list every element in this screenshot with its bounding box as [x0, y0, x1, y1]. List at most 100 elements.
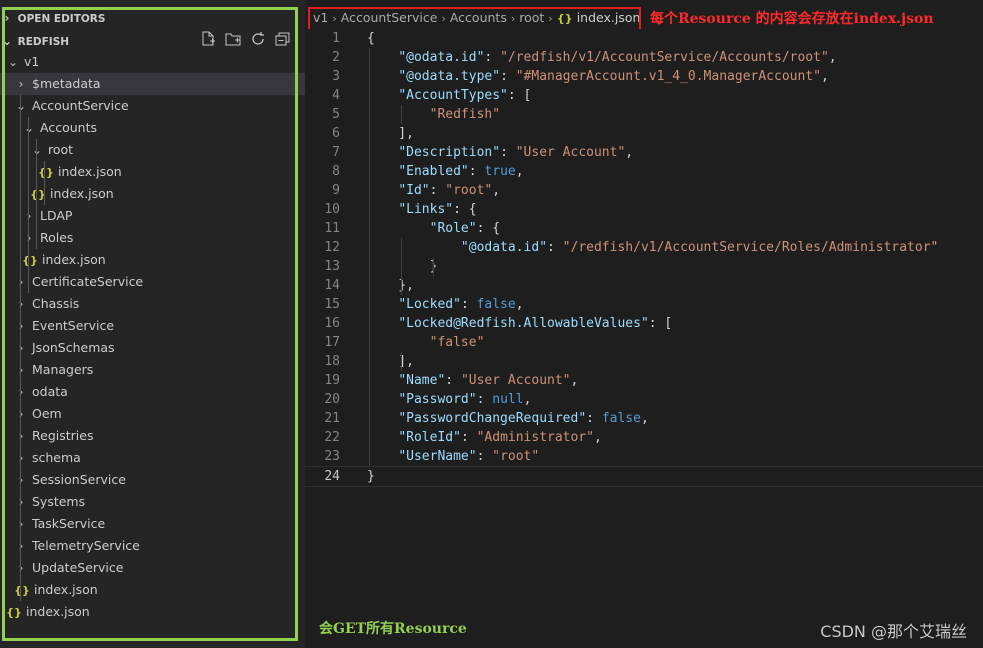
code-text: } — [367, 257, 438, 276]
tree-folder-item[interactable]: › Oem — [0, 403, 62, 425]
tree-folder-item[interactable]: › Systems — [0, 491, 86, 513]
code-line: 3 "@odata.type": "#ManagerAccount.v1_4_0… — [305, 67, 983, 86]
code-text: "@odata.id": "/redfish/v1/AccountService… — [367, 48, 836, 67]
indent-guide — [369, 48, 370, 466]
code-token: false — [476, 297, 516, 312]
code-token: : { — [453, 202, 477, 217]
new-file-icon[interactable] — [200, 31, 218, 49]
code-editor[interactable]: 1{2 "@odata.id": "/redfish/v1/AccountSer… — [305, 29, 983, 648]
code-line: 5 "Redfish" — [305, 105, 983, 124]
tree-folder-item[interactable]: › schema — [0, 447, 81, 469]
code-text: "false" — [367, 333, 485, 352]
new-folder-icon[interactable] — [225, 31, 243, 49]
code-token: "UserName" — [398, 449, 477, 464]
code-token: } — [367, 259, 438, 274]
tree-file-item[interactable]: {} index.json — [0, 183, 114, 205]
tree-folder-item[interactable]: › Registries — [0, 425, 94, 447]
code-text: } — [367, 467, 375, 486]
line-number: 3 — [332, 69, 340, 84]
json-file-icon: {} — [6, 606, 22, 619]
tree-item-label: v1 — [24, 54, 40, 69]
workspace-root-label: REDFISH — [17, 36, 70, 48]
json-file-icon: {} — [38, 166, 54, 179]
tree-folder-item[interactable]: › odata — [0, 381, 68, 403]
chevron-right-icon: › — [18, 385, 24, 399]
code-text: "Locked": false, — [367, 295, 523, 314]
line-number: 24 — [324, 469, 340, 484]
code-token: "/redfish/v1/AccountService/Roles/Admini… — [562, 240, 939, 255]
code-line: 18 ], — [305, 352, 983, 371]
code-line: 9 "Id": "root", — [305, 181, 983, 200]
line-number: 16 — [324, 316, 340, 331]
code-token: : — [460, 430, 477, 445]
refresh-icon[interactable] — [250, 31, 268, 49]
code-text: "Locked@Redfish.AllowableValues": [ — [367, 314, 672, 333]
tree-file-item[interactable]: {} index.json — [0, 579, 98, 601]
tree-item-label: AccountService — [32, 98, 129, 113]
tree-item-label: JsonSchemas — [32, 340, 115, 355]
code-token: true — [484, 164, 516, 179]
code-token: "root" — [492, 449, 540, 464]
code-token: : — [484, 50, 501, 65]
line-number: 10 — [324, 202, 340, 217]
tree-file-item[interactable]: {} index.json — [0, 249, 106, 271]
collapse-all-icon[interactable] — [275, 31, 293, 49]
code-line: 1{ — [305, 29, 983, 48]
code-line: 8 "Enabled": true, — [305, 162, 983, 181]
line-number: 19 — [324, 373, 340, 388]
line-number: 21 — [324, 411, 340, 426]
code-text: "Name": "User Account", — [367, 371, 578, 390]
code-token: , — [523, 392, 532, 407]
tree-folder-item[interactable]: › SessionService — [0, 469, 126, 491]
code-token: : — [547, 240, 563, 255]
code-token: null — [492, 392, 524, 407]
code-token: ], — [367, 126, 414, 141]
code-token: "User Account" — [515, 145, 626, 160]
tree-folder-item[interactable]: ⌄ v1 — [0, 51, 39, 73]
chevron-right-icon: › — [18, 407, 24, 421]
tree-item-label: index.json — [50, 186, 114, 201]
tree-item-label: Chassis — [32, 296, 80, 311]
code-text: "Enabled": true, — [367, 162, 523, 181]
line-number: 22 — [324, 430, 340, 445]
code-text: "Role": { — [367, 219, 500, 238]
tree-folder-item[interactable]: › TaskService — [0, 513, 106, 535]
code-token: , — [492, 183, 501, 198]
explorer-actions — [200, 30, 293, 50]
code-text: "PasswordChangeRequired": false, — [367, 409, 648, 428]
tree-folder-item[interactable]: › $metadata — [0, 73, 312, 95]
tree-folder-item[interactable]: › UpdateService — [0, 557, 124, 579]
tree-folder-item[interactable]: › Chassis — [0, 293, 80, 315]
tree-folder-item[interactable]: › JsonSchemas — [0, 337, 115, 359]
code-line: 21 "PasswordChangeRequired": false, — [305, 409, 983, 428]
code-line: 12 "@odata.id": "/redfish/v1/AccountServ… — [305, 238, 983, 257]
tree-item-label: index.json — [26, 604, 90, 619]
code-line: 4 "AccountTypes": [ — [305, 86, 983, 105]
code-token: "AccountTypes" — [398, 88, 508, 103]
tree-item-label: Systems — [32, 494, 86, 509]
code-text: "UserName": "root" — [367, 447, 539, 466]
tree-file-item[interactable]: {} index.json — [0, 601, 90, 623]
code-line: 19 "Name": "User Account", — [305, 371, 983, 390]
tree-folder-item[interactable]: › CertificateService — [0, 271, 144, 293]
chevron-right-icon: › — [18, 539, 24, 553]
tree-item-label: TaskService — [32, 516, 106, 531]
line-number: 17 — [324, 335, 340, 350]
open-editors-section[interactable]: › OPEN EDITORS — [0, 7, 305, 29]
chevron-right-icon: › — [18, 319, 24, 333]
code-text: }, — [367, 276, 414, 295]
tree-file-item[interactable]: {} index.json — [0, 161, 122, 183]
line-number: 1 — [332, 31, 340, 46]
tree-item-label: LDAP — [40, 208, 73, 223]
code-line: 24} — [305, 466, 983, 487]
line-number: 6 — [332, 126, 340, 141]
tree-folder-item[interactable]: › Managers — [0, 359, 94, 381]
tree-folder-item[interactable]: ⌄ Accounts — [0, 117, 97, 139]
code-line: 2 "@odata.id": "/redfish/v1/AccountServi… — [305, 48, 983, 67]
tree-folder-item[interactable]: › EventService — [0, 315, 114, 337]
